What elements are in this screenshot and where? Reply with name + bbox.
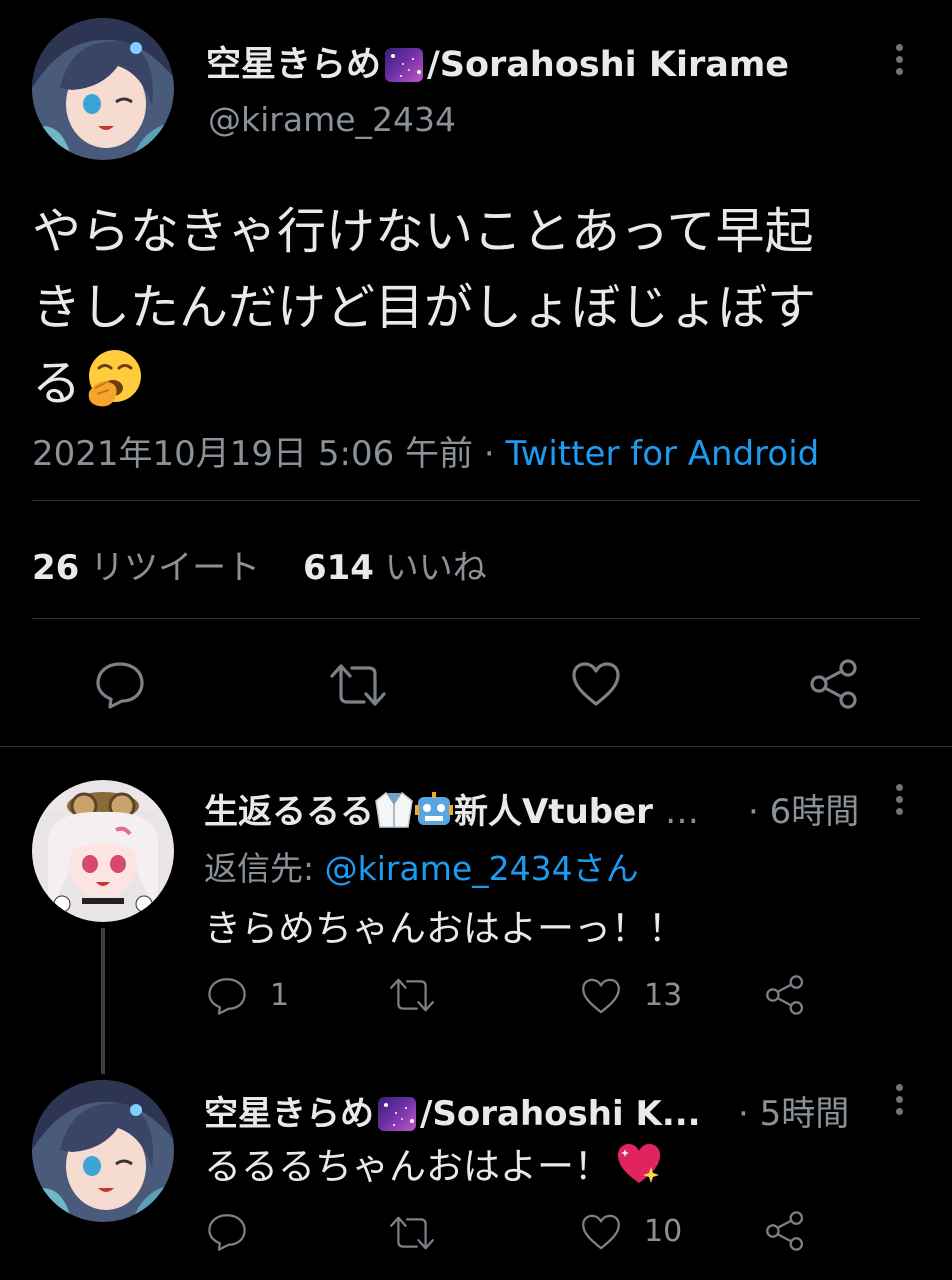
reply-icon[interactable] xyxy=(206,976,248,1016)
more-vertical-icon[interactable] xyxy=(896,1084,908,1120)
reply-author-name-suffix: 新人Vtuber xyxy=(454,792,653,832)
avatar-kirame[interactable] xyxy=(32,1080,174,1222)
reply-to-label: 返信先: xyxy=(204,849,315,888)
reply-icon[interactable] xyxy=(94,660,146,710)
reply-time[interactable]: · 5時間 xyxy=(738,1086,849,1135)
reply-text: きらめちゃんおはよーっ！！ xyxy=(204,907,685,950)
heart-icon[interactable] xyxy=(580,1212,622,1252)
reply-count: 1 xyxy=(270,978,290,1013)
like-count: 13 xyxy=(644,978,683,1013)
reply-name-ellipsis: … xyxy=(664,792,699,832)
thread-line xyxy=(101,928,105,1074)
tweet-text-line: やらなきゃ行けないことあって早起 xyxy=(32,203,814,260)
milky-way-emoji-icon xyxy=(378,1097,416,1131)
divider xyxy=(32,618,920,619)
robot-emoji-icon xyxy=(414,791,454,829)
retweet-icon[interactable] xyxy=(388,1214,436,1252)
share-icon[interactable] xyxy=(808,658,860,710)
share-icon[interactable] xyxy=(764,974,806,1016)
heart-icon[interactable] xyxy=(580,976,622,1016)
reply-to-handle[interactable]: @kirame_2434さん xyxy=(325,849,639,888)
retweet-icon[interactable] xyxy=(328,662,388,708)
avatar-kirame[interactable] xyxy=(32,18,174,160)
divider xyxy=(0,746,952,747)
like-count: 614 xyxy=(302,548,374,588)
reply-icon[interactable] xyxy=(206,1212,248,1252)
retweet-stat[interactable]: 26 リツイート xyxy=(32,548,260,588)
reply-time[interactable]: · 6時間 xyxy=(748,784,859,833)
author-name-text: 空星きらめ xyxy=(206,45,382,85)
tweet-stats: 26 リツイート 614 いいね xyxy=(32,540,487,589)
retweet-icon[interactable] xyxy=(388,976,436,1014)
reply-author-name[interactable]: 空星きらめ/Sorahoshi K... xyxy=(204,1086,701,1135)
main-tweet-author-name[interactable]: 空星きらめ/Sorahoshi Kirame xyxy=(206,36,789,87)
tweet-text: やらなきゃ行けないことあって早起 きしたんだけど目がしょぼじょぼす る xyxy=(32,194,816,422)
reply-author-name-suffix: /Sorahoshi K... xyxy=(420,1094,701,1134)
heart-icon[interactable] xyxy=(570,660,622,708)
tweet-meta: 2021年10月19日 5:06 午前 · Twitter for Androi… xyxy=(32,426,819,475)
share-icon[interactable] xyxy=(764,1210,806,1252)
tweet-text-line: る xyxy=(32,346,816,422)
milky-way-emoji-icon xyxy=(385,48,424,82)
author-name-suffix: /Sorahoshi Kirame xyxy=(427,45,790,85)
reply-text: るるるちゃんおはよー！ xyxy=(204,1136,663,1190)
reply-author-name-text: 空星きらめ xyxy=(204,1094,374,1134)
sparkling-heart-emoji-icon xyxy=(615,1141,663,1187)
lab-coat-emoji-icon xyxy=(374,791,414,829)
tweet-text-line: きしたんだけど目がしょぼじょぼす xyxy=(32,279,817,336)
retweet-count: 26 xyxy=(32,548,80,588)
divider xyxy=(32,500,920,501)
like-label: いいね xyxy=(384,548,487,588)
reply-to-line: 返信先: @kirame_2434さん xyxy=(204,842,639,890)
retweet-label: リツイート xyxy=(90,548,261,588)
meta-separator: · xyxy=(483,434,495,474)
main-tweet-handle[interactable]: @kirame_2434 xyxy=(208,100,456,139)
avatar-rururu[interactable] xyxy=(32,780,174,922)
tweet-source-link[interactable]: Twitter for Android xyxy=(505,434,819,474)
like-stat[interactable]: 614 いいね xyxy=(303,548,487,588)
more-vertical-icon[interactable] xyxy=(896,44,908,80)
reply-author-name-text: 生返るるる xyxy=(204,792,374,832)
more-vertical-icon[interactable] xyxy=(896,784,908,820)
like-count: 10 xyxy=(644,1214,683,1249)
tweet-timestamp[interactable]: 2021年10月19日 5:06 午前 xyxy=(32,434,473,474)
yawning-face-emoji-icon xyxy=(85,348,145,408)
reply-author-name[interactable]: 生返るるる 新人Vtuber … xyxy=(204,784,699,833)
